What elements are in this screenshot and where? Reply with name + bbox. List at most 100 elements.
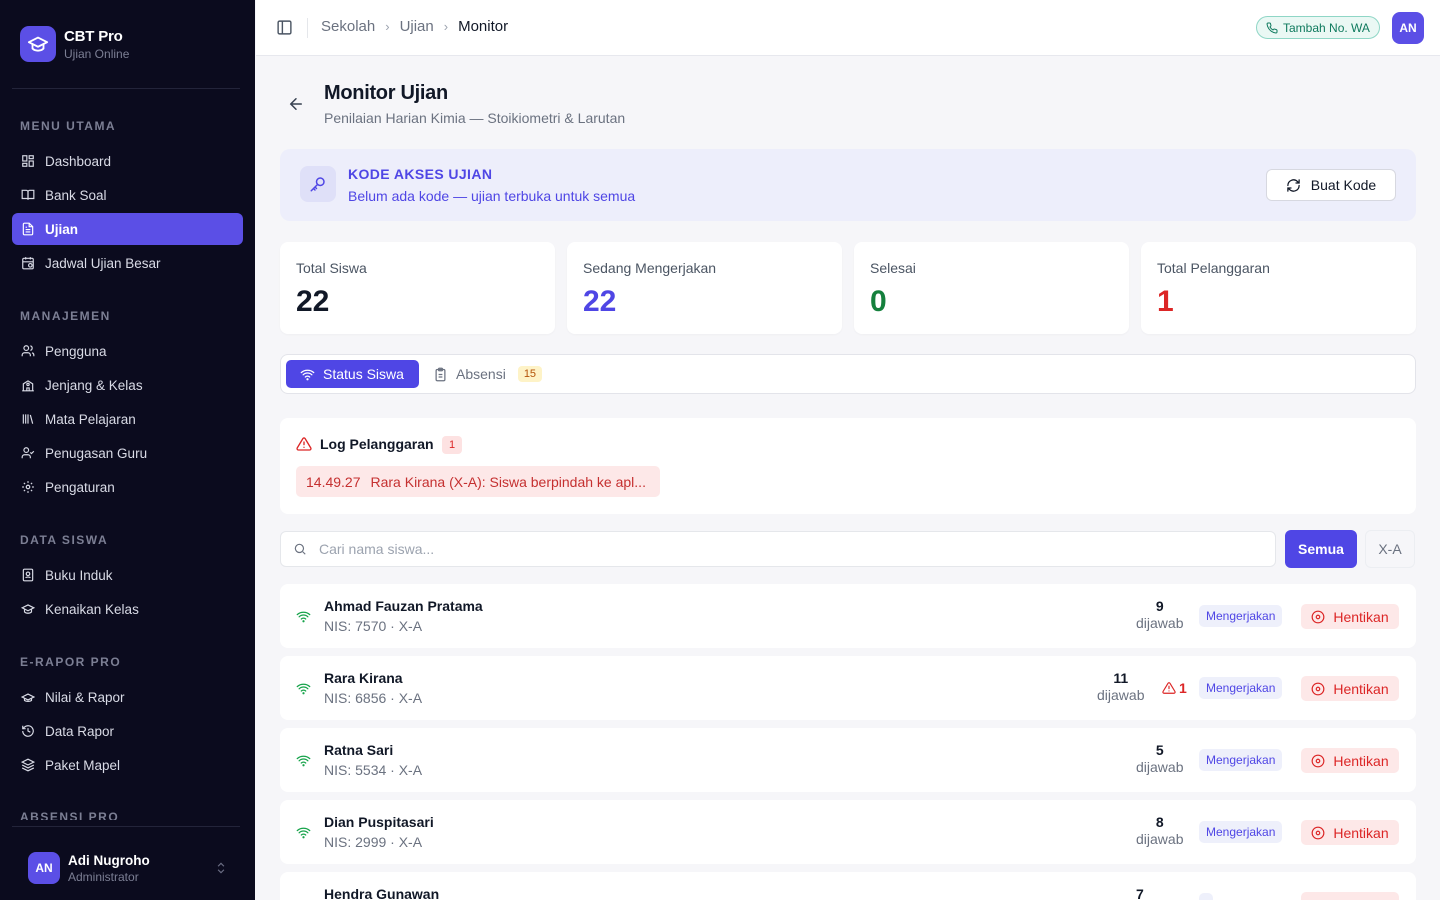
breadcrumb-ujian[interactable]: Ujian [400,18,434,35]
status-badge: Mengerjakan [1199,605,1283,627]
stat-label: Total Siswa [296,260,367,276]
student-name: Ahmad Fauzan Pratama [324,598,483,614]
tab-absensi[interactable]: Absensi 15 [433,360,543,388]
access-code-card: KODE AKSES UJIAN Belum ada kode — ujian … [280,149,1416,221]
stop-circle-icon [1311,610,1325,623]
sidebar-item-buku-induk[interactable]: Buku Induk [12,559,243,591]
stop-button[interactable]: Hentikan [1301,604,1399,629]
violation-count: 1 [1162,680,1187,696]
sidebar-item-kenaikan-kelas[interactable]: Kenaikan Kelas [12,593,243,625]
sidebar-toggle-icon[interactable] [276,19,293,36]
sidebar-item-mata-pelajaran[interactable]: Mata Pelajaran [12,403,243,435]
stop-label: Hentikan [1333,680,1389,697]
chevrons-up-down-icon [217,862,225,874]
stat-label: Sedang Mengerjakan [583,260,717,276]
avatar: AN [28,852,60,884]
search-input[interactable]: Cari nama siswa... [280,531,1276,567]
sidebar-item-label: Buku Induk [45,567,113,583]
student-nis: NIS: 6856 · X-A [324,690,423,706]
filter-semua-button[interactable]: Semua [1285,530,1357,568]
users-icon [21,345,35,357]
answered-number: 7 [1136,886,1144,900]
stop-label: Hentikan [1333,824,1389,841]
student-row: Hendra Gunawan 7 [280,872,1416,900]
sidebar-item-label: Nilai & Rapor [45,689,125,705]
school-icon [22,380,34,392]
gear-icon [22,481,34,493]
sidebar-item-label: Mata Pelajaran [45,411,136,427]
stop-button[interactable] [1301,892,1399,900]
app-tagline: Ujian Online [64,46,130,61]
stop-button[interactable]: Hentikan [1301,820,1399,845]
log-entry: 14.49.27 Rara Kirana (X-A): Siswa berpin… [296,466,660,497]
sidebar-item-pengguna[interactable]: Pengguna [12,335,243,367]
sidebar-item-label: Jadwal Ujian Besar [45,255,161,271]
section-title-menu-utama: MENU UTAMA [20,119,117,133]
breadcrumb: Sekolah › Ujian › Monitor [321,18,508,35]
student-row: Ahmad Fauzan Pratama NIS: 7570 · X-A 9 d… [280,584,1416,648]
sidebar-item-label: Paket Mapel [45,757,121,773]
tab-status-siswa[interactable]: Status Siswa [286,360,419,388]
history-icon [22,725,34,737]
stop-label: Hentikan [1333,752,1389,769]
answered-number: 9 [1155,598,1164,614]
stat-value: 0 [870,285,887,318]
refresh-icon [1287,178,1300,192]
tab-label: Absensi [456,366,506,382]
student-name: Dian Puspitasari [324,814,434,830]
sidebar: CBT Pro Ujian Online MENU UTAMA Dashboar… [0,0,255,900]
sidebar-item-ujian[interactable]: Ujian [12,213,243,245]
sidebar-item-paket-mapel[interactable]: Paket Mapel [12,749,243,781]
log-text: Rara Kirana (X-A): Siswa berpindah ke ap… [370,473,646,490]
answered-number: 8 [1155,814,1164,830]
stop-circle-icon [1311,754,1325,767]
answered-count: 5 dijawab [1136,742,1183,775]
arrow-left-icon[interactable] [287,95,305,113]
answered-count: 11 dijawab [1097,670,1144,703]
sidebar-item-pengaturan[interactable]: Pengaturan [12,471,243,503]
student-nis: NIS: 2999 · X-A [324,834,423,850]
library-icon [22,414,34,424]
alert-triangle-icon [1162,682,1176,694]
stat-value: 22 [296,285,330,318]
clipboard-icon [435,367,446,381]
answered-count: 9 dijawab [1136,598,1183,631]
sidebar-item-nilai-rapor[interactable]: Nilai & Rapor [12,681,243,713]
avatar[interactable]: AN [1392,12,1424,44]
sidebar-item-penugasan-guru[interactable]: Penugasan Guru [12,437,243,469]
stat-card-total-siswa: Total Siswa 22 [280,242,555,334]
tab-bar: Status Siswa Absensi 15 [280,354,1416,394]
calendar-icon [22,257,34,270]
sidebar-item-bank-soal[interactable]: Bank Soal [12,179,243,211]
stop-button[interactable]: Hentikan [1301,748,1399,773]
sidebar-item-jadwal-ujian-besar[interactable]: Jadwal Ujian Besar [12,247,243,279]
sidebar-item-dashboard[interactable]: Dashboard [12,145,243,177]
sidebar-item-label: Jenjang & Kelas [45,377,143,393]
sidebar-item-label: Ujian [45,221,79,237]
answered-label: dijawab [1097,687,1145,703]
add-wa-button[interactable]: Tambah No. WA [1256,16,1380,39]
stat-value: 22 [583,285,617,318]
search-placeholder: Cari nama siswa... [319,541,435,557]
stat-label: Selesai [870,260,916,276]
stat-card-selesai: Selesai 0 [854,242,1129,334]
breadcrumb-sekolah[interactable]: Sekolah [321,18,375,35]
answered-number: 11 [1113,670,1129,686]
sidebar-item-data-rapor[interactable]: Data Rapor [12,715,243,747]
answered-count: 7 [1136,886,1144,900]
filter-xa-button[interactable]: X-A [1365,530,1415,568]
user-menu[interactable]: AN Adi Nugroho Administrator [28,852,228,884]
create-code-button[interactable]: Buat Kode [1266,169,1396,201]
graduation-cap-icon [20,26,56,62]
brand[interactable]: CBT Pro Ujian Online [20,26,129,62]
page-title: Monitor Ujian [324,82,448,104]
wifi-icon [296,827,311,839]
sidebar-item-label: Pengaturan [45,479,115,495]
sidebar-item-label: Bank Soal [45,187,107,203]
answered-number: 5 [1155,742,1164,758]
sidebar-item-jenjang-kelas[interactable]: Jenjang & Kelas [12,369,243,401]
graduation-cap-icon [21,604,35,614]
wifi-icon [296,683,311,695]
stop-button[interactable]: Hentikan [1301,676,1399,701]
divider [307,18,308,38]
